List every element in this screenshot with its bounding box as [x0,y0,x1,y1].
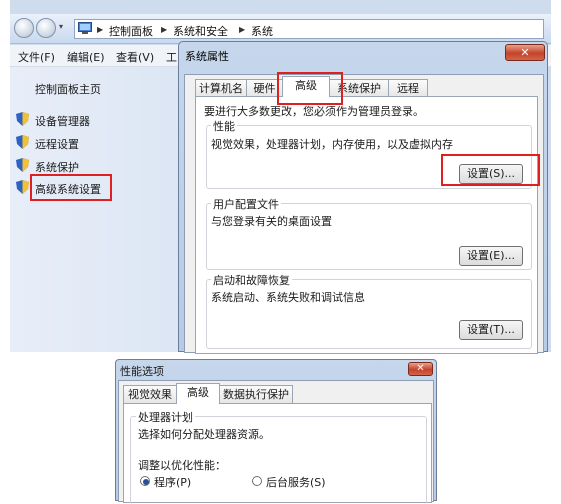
sidebar-item-advanced-settings[interactable]: 高级系统设置 [35,181,101,197]
menu-edit[interactable]: 编辑(E) [67,49,105,65]
sidebar-item-remote-settings[interactable]: 远程设置 [35,136,79,152]
tab-computer-name[interactable]: 计算机名 [195,79,247,97]
menu-tools[interactable]: 工 [166,49,177,65]
radio-programs-label: 程序(P) [154,476,192,489]
breadcrumb-arrow-icon: ▶ [161,25,168,34]
group-title: 用户配置文件 [211,196,281,212]
group-description: 系统启动、系统失败和调试信息 [211,291,365,304]
system-properties-dialog: 系统属性 ✕ 计算机名 硬件 高级 系统保护 远程 要进行大多数更改，您必须作为… [178,41,548,354]
sidebar-item-device-manager[interactable]: 设备管理器 [35,113,90,129]
breadcrumb-system[interactable]: 系统 [251,23,273,39]
dialog-title: 性能选项 [120,365,164,378]
radio-background-services[interactable] [252,476,262,486]
forward-button[interactable] [36,18,56,38]
dialog-body: 视觉效果 高级 数据执行保护 处理器计划 选择如何分配处理器资源。 调整以优化性… [118,380,434,504]
address-bar-area: ▾ ▶ 控制面板 ▶ 系统和安全 ▶ 系统 [10,14,551,44]
tab-data-execution-prevention[interactable]: 数据执行保护 [219,385,293,403]
shield-icon [16,180,29,194]
performance-options-dialog: 性能选项 ✕ 视觉效果 高级 数据执行保护 处理器计划 选择如何分配处理器资源。… [115,359,437,504]
admin-note: 要进行大多数更改，您必须作为管理员登录。 [204,105,424,118]
address-box[interactable]: ▶ 控制面板 ▶ 系统和安全 ▶ 系统 [74,19,544,39]
breadcrumb-arrow-icon: ▶ [97,25,104,34]
advanced-tab-panel: 要进行大多数更改，您必须作为管理员登录。 性能 视觉效果，处理器计划，内存使用，… [195,96,540,354]
sidebar-home-link[interactable]: 控制面板主页 [35,81,101,97]
shield-icon [16,112,29,126]
startup-recovery-settings-button[interactable]: 设置(T)... [459,320,523,340]
close-button[interactable]: ✕ [505,44,545,61]
advanced-tab-panel: 处理器计划 选择如何分配处理器资源。 调整以优化性能： 程序(P) 后台服务(S… [123,403,432,504]
group-description: 与您登录有关的桌面设置 [211,215,332,228]
menu-view[interactable]: 查看(V) [116,49,154,65]
tab-visual-effects[interactable]: 视觉效果 [123,385,177,403]
dialog-title: 系统属性 [185,50,229,63]
menu-file[interactable]: 文件(F) [18,49,55,65]
tab-remote[interactable]: 远程 [388,79,428,97]
group-title: 启动和故障恢复 [211,272,292,288]
dialog-body: 计算机名 硬件 高级 系统保护 远程 要进行大多数更改，您必须作为管理员登录。 … [184,72,544,354]
group-description: 视觉效果，处理器计划，内存使用，以及虚拟内存 [211,138,453,151]
shield-icon [16,158,29,172]
group-title: 性能 [211,118,237,134]
task-sidebar: 控制面板主页 设备管理器 远程设置 系统保护 高级系统设置 [10,67,178,352]
breadcrumb-arrow-icon: ▶ [239,25,246,34]
highlight-box [277,72,343,105]
breadcrumb-control-panel[interactable]: 控制面板 [109,23,153,39]
tab-advanced[interactable]: 高级 [176,383,220,404]
highlight-box [441,154,540,186]
close-button[interactable]: ✕ [408,362,433,376]
adjust-label: 调整以优化性能： [138,459,226,472]
group-title: 处理器计划 [136,409,195,425]
radio-programs[interactable] [140,476,150,486]
control-panel-icon [78,22,92,35]
breadcrumb-system-security[interactable]: 系统和安全 [173,23,228,39]
user-profiles-settings-button[interactable]: 设置(E)... [459,246,523,266]
sidebar-item-system-protection[interactable]: 系统保护 [35,159,79,175]
shield-icon [16,135,29,149]
radio-background-services-label: 后台服务(S) [266,476,326,489]
history-dropdown-icon[interactable]: ▾ [59,22,63,31]
group-description: 选择如何分配处理器资源。 [138,428,270,441]
back-button[interactable] [14,18,34,38]
